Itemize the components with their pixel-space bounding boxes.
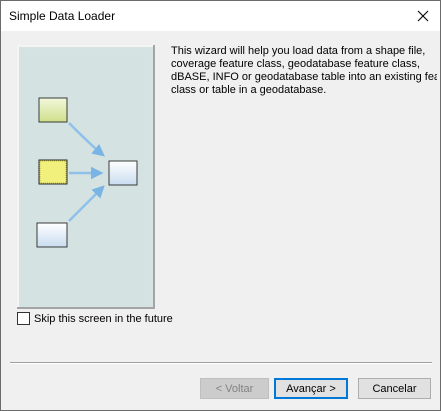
back-button[interactable]: < Voltar xyxy=(200,378,269,399)
cancel-button[interactable]: Cancelar xyxy=(358,378,431,399)
skip-screen-checkbox[interactable] xyxy=(17,312,30,325)
window-title: Simple Data Loader xyxy=(9,9,116,23)
skip-screen-label: Skip this screen in the future xyxy=(34,312,173,325)
description-text: This wizard will help you load data from… xyxy=(171,45,437,96)
next-button[interactable]: Avançar > xyxy=(274,378,348,399)
close-icon xyxy=(417,10,429,22)
data-loader-illustration xyxy=(17,45,155,309)
title-bar: Simple Data Loader xyxy=(1,1,440,31)
close-button[interactable] xyxy=(406,1,440,31)
separator xyxy=(10,362,432,364)
dialog-window: Simple Data Loader This wizard will help… xyxy=(0,0,441,411)
skip-screen-option[interactable]: Skip this screen in the future xyxy=(17,312,173,325)
